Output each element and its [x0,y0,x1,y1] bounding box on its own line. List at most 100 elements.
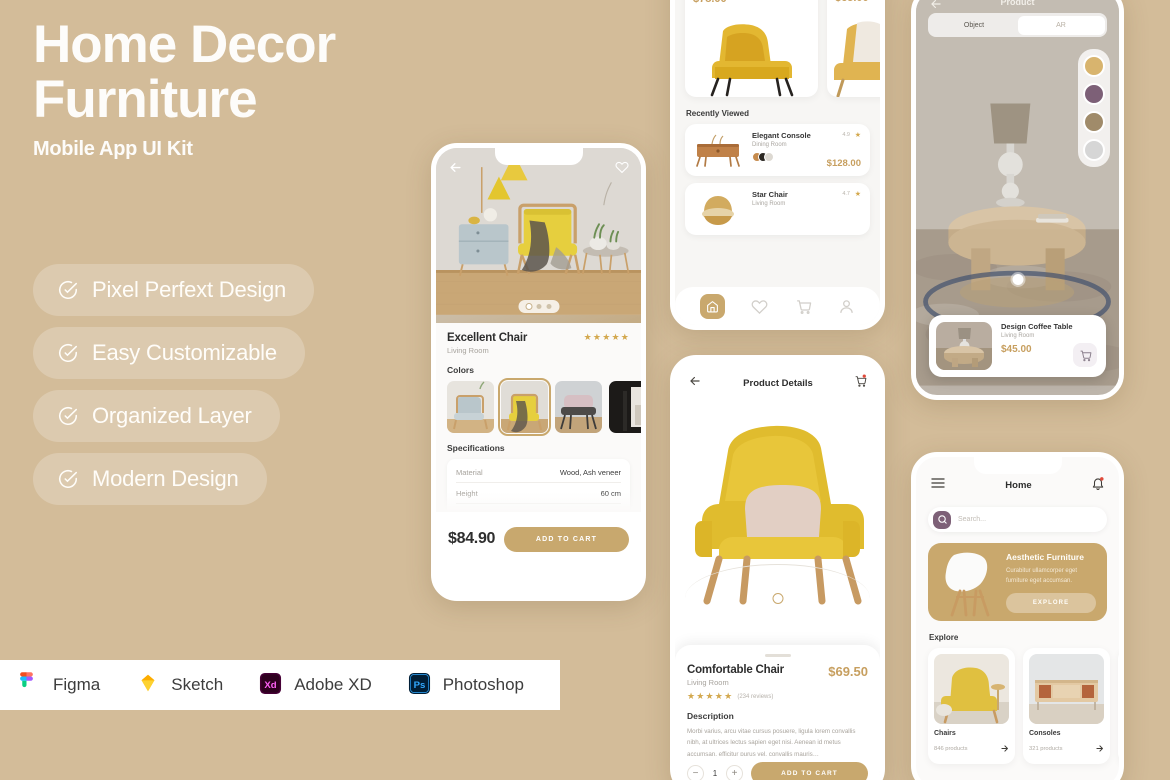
tab-profile[interactable] [838,298,855,315]
promo-description: Curabitur ullamcorper eget furniture ege… [1006,568,1078,585]
promo-banner[interactable]: Aesthetic Furniture Curabitur ullamcorpe… [928,543,1107,621]
star-icon: ★ [854,132,861,139]
category-name: Consoles [1029,730,1061,737]
poster-canvas: Home Decor Furniture Mobile App UI Kit P… [0,0,1170,780]
product-name: Elegant Console [752,131,811,140]
quantity-minus[interactable]: − [687,764,704,780]
software-label: Adobe XD [294,675,372,694]
view-mode-toggle[interactable]: Object AR [928,13,1107,37]
svg-text:Xd: Xd [265,680,277,691]
recent-item[interactable]: Elegant Console Dining Room 4.9 ★ $128.0… [685,124,870,176]
recent-item[interactable]: Star Chair Living Room 4.7 ★ [685,183,870,235]
swatch-option[interactable] [1083,83,1105,105]
specifications-label: Specifications [447,443,505,453]
spec-row: Material Wood, Ash veneer [456,462,621,483]
sheet-grabber[interactable] [764,654,791,657]
quantity-stepper[interactable]: − 1 + [687,764,743,780]
arrow-right-icon[interactable] [1095,740,1104,758]
explore-label: Explore [929,633,959,642]
back-button[interactable] [445,157,465,177]
purchase-bar: − 1 + ADD TO CART [675,756,880,780]
colors-label: Colors [447,365,474,375]
feature-label: Modern Design [92,466,239,491]
swatch-option[interactable] [1083,111,1105,133]
add-to-cart-button[interactable] [1073,343,1097,367]
page-title: Home Decor Furniture [33,15,433,127]
feature-pill: Easy Customizable [33,327,305,379]
product-room: Living Room [1001,333,1035,339]
tab-favorites[interactable] [751,298,768,315]
category-card[interactable]: Chairs 846 products [928,648,1015,764]
pagination-dot[interactable] [536,304,541,309]
add-to-cart-button[interactable]: ADD TO CART [751,761,868,780]
check-circle-icon [57,405,79,427]
image-pagination[interactable] [518,300,559,313]
product-price: $65.00 [835,0,880,4]
phone-notch [494,148,583,165]
software-sketch: Sketch [136,672,223,698]
image-slider-knob[interactable] [772,593,783,604]
explore-button[interactable]: EXPLORE [1006,593,1096,613]
svg-text:Ps: Ps [413,680,425,691]
segment-ar[interactable]: AR [1017,15,1105,35]
product-name: Star Chair [752,190,788,199]
product-card[interactable]: Modern Chair New $78.00 [685,0,818,97]
product-hero-image [436,148,641,323]
add-to-cart-button[interactable]: ADD TO CART [504,526,629,552]
phone-home: Home Search... Aesthetic Furniture Curab… [911,452,1124,780]
quantity-value: 1 [712,768,718,778]
software-bar: Figma Sketch Xd Adobe XD Ps Photoshop [0,660,560,710]
promo-chair-image [945,552,990,617]
cart-icon[interactable] [854,374,867,393]
promo-title: Aesthetic Furniture [1006,552,1084,562]
review-count: (234 reviews) [737,693,774,700]
color-option-selected[interactable] [498,378,551,436]
swatch-option[interactable] [1083,55,1105,77]
tab-home[interactable] [700,293,726,319]
product-price: $69.50 [828,664,868,679]
product-thumb [936,322,992,370]
feature-pill: Organized Layer [33,390,280,442]
color-option[interactable] [609,381,641,433]
title-line-1: Home Decor [33,15,336,74]
feature-label: Easy Customizable [92,340,277,365]
adobe-xd-icon: Xd [259,672,283,698]
ar-product-card[interactable]: Design Coffee Table Living Room $45.00 [929,315,1106,377]
category-card[interactable]: Beds 214 products [1118,648,1119,764]
phone-product-detail: Excellent Chair Living Room ★★★★★ Colors [431,143,646,601]
search-input[interactable]: Search... [958,516,986,523]
purchase-bar: $84.90 ADD TO CART [436,512,641,566]
spec-key: Material [456,467,483,477]
recently-viewed-label: Recently Viewed [686,109,749,118]
category-count: 321 products [1029,746,1063,752]
color-option[interactable] [555,381,602,433]
product-image [710,24,794,97]
figma-icon [18,672,42,698]
search-bar[interactable]: Search... [928,507,1107,532]
pagination-dot[interactable] [526,304,531,309]
category-image [1029,654,1104,724]
segment-object[interactable]: Object [931,16,1018,35]
bottom-tab-bar [675,287,880,325]
ar-placement-knob[interactable] [1012,274,1023,285]
software-photoshop: Ps Photoshop [408,672,524,698]
check-circle-icon [57,279,79,301]
sketch-icon [136,672,160,698]
back-button[interactable] [688,374,702,393]
page-title: Product Details [743,378,813,389]
arrow-right-icon[interactable] [1000,740,1009,758]
hamburger-icon[interactable] [930,475,946,496]
quantity-plus[interactable]: + [726,764,743,780]
category-card[interactable]: Consoles 321 products [1023,648,1110,764]
spec-key: Height [456,488,478,498]
product-card[interactable]: Comfortable $65.00 [827,0,880,97]
product-price: $45.00 [1001,344,1032,355]
bell-icon[interactable] [1091,476,1105,495]
product-room: Living Room [447,346,489,355]
software-adobe-xd: Xd Adobe XD [259,672,372,698]
swatch-option[interactable] [1083,139,1105,161]
color-option[interactable] [447,381,494,433]
favorite-button[interactable] [612,157,632,177]
pagination-dot[interactable] [546,304,551,309]
tab-cart[interactable] [795,298,812,315]
